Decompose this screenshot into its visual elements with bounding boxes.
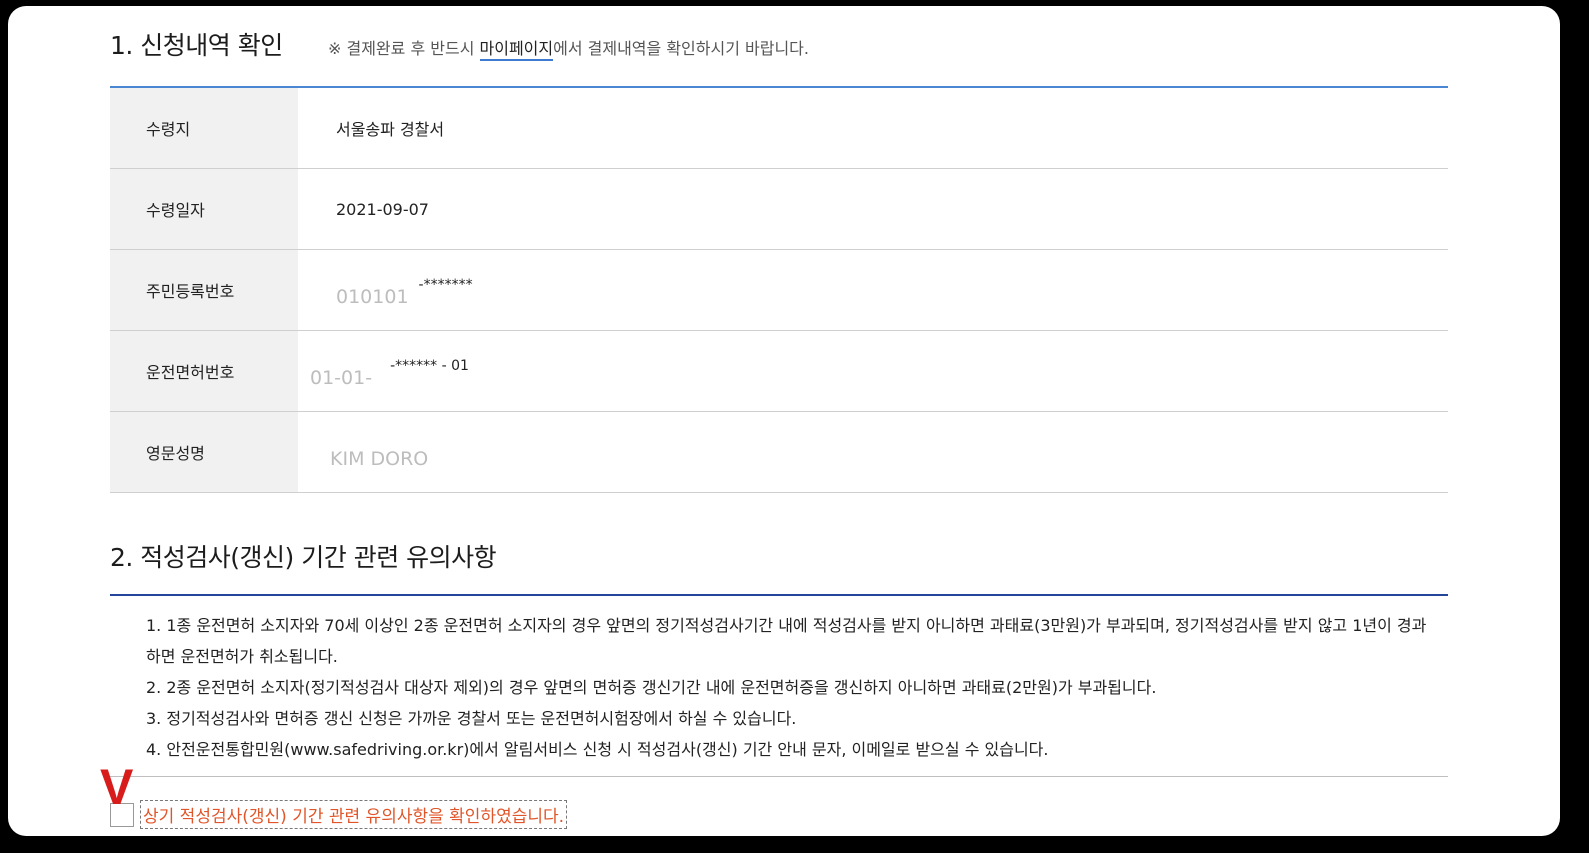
- section1-title: 1. 신청내역 확인: [110, 31, 283, 60]
- license-number-prefix: 01-01-: [310, 367, 373, 389]
- row-label: 수령일자: [110, 169, 298, 249]
- notice-suffix: 에서 결제내역을 확인하시기 바랍니다.: [553, 39, 809, 58]
- notice-list: 1. 1종 운전면허 소지자와 70세 이상인 2종 운전면허 소지자의 경우 …: [146, 610, 1436, 765]
- application-details-table: 수령지 서울송파 경찰서 수령일자 2021-09-07 주민등록번호 0101…: [110, 88, 1448, 493]
- license-number-value: 01-01- -****** - 01: [298, 331, 1448, 411]
- list-item: 2. 2종 운전면허 소지자(정기적성검사 대상자 제외)의 경우 앞면의 면허…: [146, 678, 1157, 697]
- notes-bottom-rule: [110, 776, 1448, 777]
- row-label: 운전면허번호: [110, 331, 298, 411]
- confirm-label[interactable]: 상기 적성검사(갱신) 기간 관련 유의사항을 확인하였습니다.: [140, 800, 568, 829]
- row-label: 영문성명: [110, 412, 298, 492]
- mypage-link[interactable]: 마이페이지: [479, 39, 554, 61]
- english-name-value: KIM DORO: [330, 448, 429, 470]
- payment-notice: ※ 결제완료 후 반드시 마이페이지에서 결제내역을 확인하시기 바랍니다.: [328, 35, 809, 61]
- list-item: 3. 정기적성검사와 면허증 갱신 신청은 가까운 경찰서 또는 운전면허시험장…: [146, 709, 797, 728]
- row-label: 주민등록번호: [110, 250, 298, 330]
- pickup-date-value: 2021-09-07: [336, 199, 429, 219]
- section2-rule: [110, 594, 1448, 596]
- table-row: 수령지 서울송파 경찰서: [110, 88, 1448, 169]
- confirm-row[interactable]: 상기 적성검사(갱신) 기간 관련 유의사항을 확인하였습니다.: [110, 800, 568, 829]
- table-row: 영문성명 KIM DORO: [110, 412, 1448, 493]
- resident-number-value: 010101 -*******: [298, 250, 1448, 330]
- row-label: 수령지: [110, 88, 298, 168]
- notice-prefix: ※ 결제완료 후 반드시: [328, 39, 480, 58]
- list-item: 4. 안전운전통합민원(www.safedriving.or.kr)에서 알림서…: [146, 740, 1049, 759]
- table-row: 주민등록번호 010101 -*******: [110, 250, 1448, 331]
- license-number-mask: -****** - 01: [390, 358, 469, 374]
- page-frame: 1. 신청내역 확인 ※ 결제완료 후 반드시 마이페이지에서 결제내역을 확인…: [8, 6, 1560, 836]
- resident-number-prefix: 010101: [336, 286, 409, 308]
- pickup-location-value: 서울송파 경찰서: [336, 120, 445, 139]
- table-row: 운전면허번호 01-01- -****** - 01: [110, 331, 1448, 412]
- table-row: 수령일자 2021-09-07: [110, 169, 1448, 250]
- resident-number-mask: -*******: [418, 277, 473, 293]
- section2-title: 2. 적성검사(갱신) 기간 관련 유의사항: [110, 543, 497, 572]
- list-item: 1. 1종 운전면허 소지자와 70세 이상인 2종 운전면허 소지자의 경우 …: [146, 616, 1427, 666]
- check-annotation: V: [100, 759, 134, 815]
